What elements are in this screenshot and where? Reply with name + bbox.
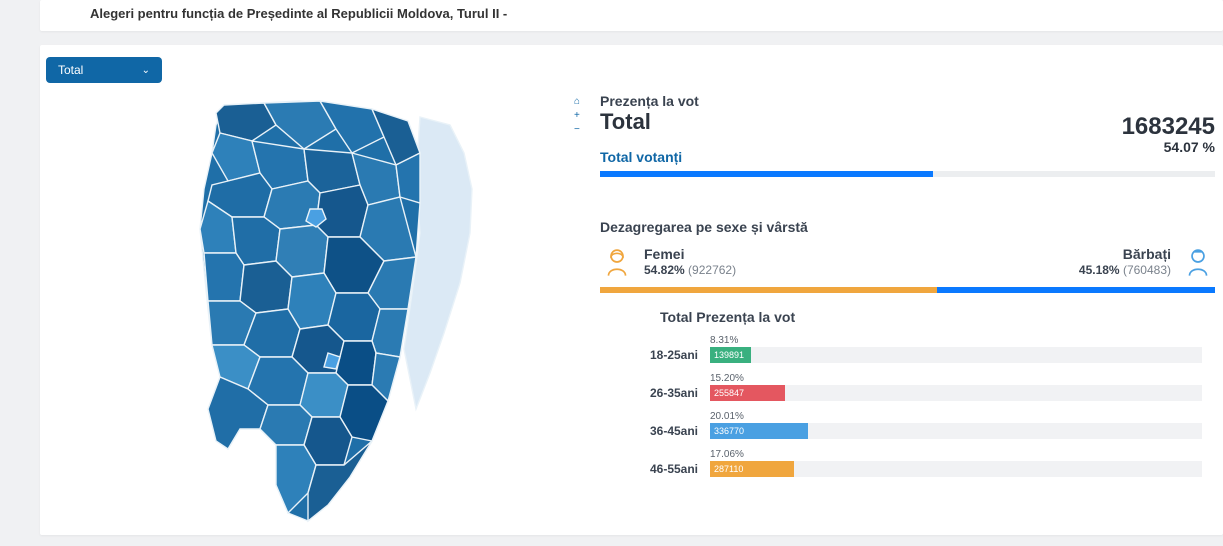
male-count: (760483) [1123, 263, 1171, 277]
female-label: Femei [644, 246, 736, 264]
male-label: Bărbați [1079, 246, 1171, 264]
age-row-fill: 139891 [710, 347, 751, 363]
female-icon [600, 245, 634, 279]
map-column: ⌂ + − [40, 93, 580, 533]
gender-male: Bărbați 45.18% (760483) [908, 245, 1216, 279]
turnout-count: 1683245 [1122, 115, 1215, 139]
stats-column: Prezența la vot Total 1683245 54.07 % To… [580, 93, 1223, 487]
voters-bar-fill [600, 171, 933, 177]
gender-row: Femei 54.82% (922762) Bărbați 45.18% [600, 243, 1215, 285]
age-row: 36-45ani20.01%336770 [600, 411, 1215, 439]
age-row: 46-55ani17.06%287110 [600, 449, 1215, 477]
gender-bar-female [600, 287, 937, 293]
age-row-bar: 8.31%139891 [710, 335, 1215, 363]
age-row-fill: 287110 [710, 461, 794, 477]
age-row-pct: 15.20% [710, 373, 1215, 384]
turnout-totals: 1683245 54.07 % [1122, 115, 1215, 155]
scope-dropdown[interactable]: Total ⌄ [46, 57, 162, 83]
male-icon [1181, 245, 1215, 279]
age-row-track: 139891 [710, 347, 1202, 363]
gender-female: Femei 54.82% (922762) [600, 245, 908, 279]
age-row-label: 46-55ani [600, 462, 710, 477]
map-zoom-in[interactable]: + [574, 111, 580, 121]
turnout-heading-small: Prezența la vot [600, 93, 1215, 109]
age-row-label: 26-35ani [600, 386, 710, 401]
voters-bar [600, 171, 1215, 177]
age-row: 26-35ani15.20%255847 [600, 373, 1215, 401]
chevron-down-icon: ⌄ [142, 65, 150, 76]
age-row-track: 287110 [710, 461, 1202, 477]
age-row-fill: 336770 [710, 423, 808, 439]
gender-bar-male [937, 287, 1215, 293]
male-pct: 45.18% [1079, 263, 1120, 277]
moldova-map[interactable] [85, 93, 555, 533]
map-zoom-out[interactable]: − [574, 125, 580, 135]
age-row-pct: 20.01% [710, 411, 1215, 422]
age-row-fill: 255847 [710, 385, 785, 401]
age-row-track: 255847 [710, 385, 1202, 401]
age-row: 18-25ani8.31%139891 [600, 335, 1215, 363]
female-pct: 54.82% [644, 263, 685, 277]
main-card: Total ⌄ ⌂ + − [40, 45, 1223, 535]
age-chart: 18-25ani8.31%139891 26-35ani15.20%255847 3… [600, 335, 1215, 477]
turnout-pct: 54.07 % [1122, 139, 1215, 155]
age-row-bar: 15.20%255847 [710, 373, 1215, 401]
gender-bar [600, 287, 1215, 293]
scope-dropdown-label: Total [58, 63, 83, 77]
age-row-label: 18-25ani [600, 348, 710, 363]
gender-section-title: Dezagregarea pe sexe și vârstă [600, 219, 1215, 235]
age-row-bar: 20.01%336770 [710, 411, 1215, 439]
female-count: (922762) [688, 263, 736, 277]
age-section-title: Total Prezența la vot [660, 309, 1215, 325]
age-row-pct: 17.06% [710, 449, 1215, 460]
age-row-label: 36-45ani [600, 424, 710, 439]
page-title: Alegeri pentru funcția de Președinte al … [40, 0, 1223, 31]
age-row-pct: 8.31% [710, 335, 1215, 346]
age-row-bar: 17.06%287110 [710, 449, 1215, 477]
age-row-track: 336770 [710, 423, 1202, 439]
